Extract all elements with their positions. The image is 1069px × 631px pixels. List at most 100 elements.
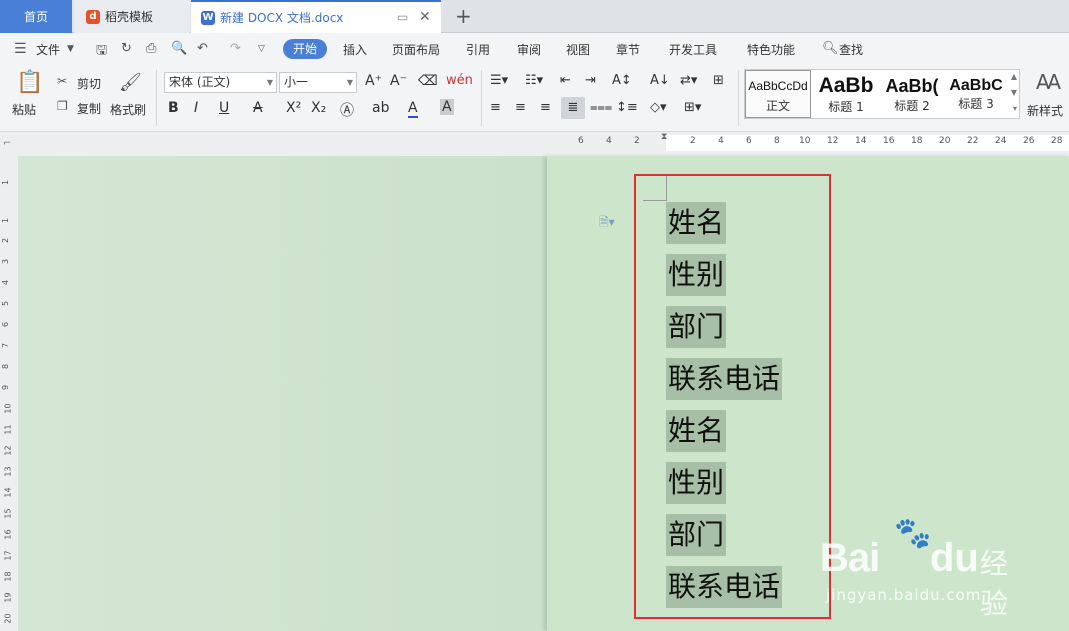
new-style-button[interactable]: 新样式 [1027,102,1063,119]
char-shading-icon[interactable]: A [440,99,454,115]
indent-marker-icon[interactable]: ⧗ [661,132,667,142]
ruler-tick: 24 [995,136,1007,146]
search-icon[interactable]: 🔍︎ [822,41,839,56]
chevron-down-icon[interactable]: ▼ [67,44,74,54]
tab-template[interactable]: d 稻壳模板 [74,0,190,33]
scroll-up-icon[interactable]: ▲ [1011,72,1017,81]
style-heading3[interactable]: AaBbC 标题 3 [943,70,1009,118]
align-right-icon[interactable]: ≡ [540,100,551,115]
menu-section[interactable]: 章节 [616,41,640,58]
justify-icon[interactable]: ≣ [561,97,585,119]
fill-color-icon[interactable]: ◇▾ [650,100,667,115]
ruler-tick: 11 [3,424,13,435]
scroll-down-icon[interactable]: ▼ [1011,88,1017,97]
ruler-tick: 6 [746,136,752,146]
tab-document[interactable]: W 新建 DOCX 文档.docx ▭ ✕ [191,0,441,33]
align-left-icon[interactable]: ≡ [490,100,501,115]
align-center-icon[interactable]: ≡ [515,100,526,115]
grow-font-icon[interactable]: A⁺ [365,73,382,89]
paste-icon[interactable]: 📋 [16,70,43,95]
ruler-tick: 22 [967,136,979,146]
menu-view[interactable]: 视图 [566,41,590,58]
tab-selector-icon[interactable]: ⌐ [3,138,11,149]
ruler-tick: 7 [1,342,11,349]
style-heading1[interactable]: AaBb 标题 1 [813,70,879,118]
underline-icon[interactable]: U [219,100,229,116]
font-color-icon[interactable]: A [408,100,418,118]
ruler-tick: 2 [690,136,696,146]
paragraph-handle-icon[interactable]: 🗎▾ [599,213,615,234]
paste-button[interactable]: 粘贴 [12,101,36,118]
bold-icon[interactable]: B [168,100,179,116]
show-marks-icon[interactable]: ⇄▾ [680,73,697,88]
text-direction-icon[interactable]: A↕ [612,73,632,88]
superscript-icon[interactable]: X² [286,100,301,116]
ruler-tick: 20 [939,136,951,146]
ruler-tick: 18 [3,571,13,582]
print-preview-icon[interactable]: 🔍 [171,41,187,56]
save-icon[interactable]: 🖫 [96,41,107,63]
print-icon[interactable]: ⎙ [146,41,156,56]
menu-search[interactable]: 查找 [839,41,863,58]
expand-icon[interactable]: ▾ [1013,104,1017,113]
style-label: 标题 2 [894,99,930,113]
menu-review[interactable]: 审阅 [517,41,541,58]
increase-indent-icon[interactable]: ⇥ [585,73,596,88]
ruler-tick: 18 [911,136,923,146]
ruler-tick: 3 [1,258,11,265]
divider [481,70,482,126]
bullet-list-icon[interactable]: ☰▾ [490,73,508,88]
border-icon[interactable]: ⊞▾ [684,100,701,115]
tab-home[interactable]: 首页 [0,0,72,33]
menu-file[interactable]: 文件 [36,41,60,58]
clear-format-icon[interactable]: ⌫ [418,73,438,89]
table-grid-icon[interactable]: ⊞ [713,73,724,88]
ruler-tick: 17 [3,550,13,561]
line-spacing-icon[interactable]: ↕≡ [616,100,638,115]
new-tab-button[interactable]: + [455,5,472,27]
copy-button[interactable]: 复制 [77,100,101,117]
close-tab-icon[interactable]: ✕ [419,9,431,25]
menu-developer[interactable]: 开发工具 [669,41,717,58]
format-painter-button[interactable]: 格式刷 [110,101,146,118]
ruler-tick: 9 [1,384,11,391]
menu-page-layout[interactable]: 页面布局 [392,41,440,58]
cut-button[interactable]: 剪切 [77,75,101,92]
style-normal[interactable]: AaBbCcDd 正文 [745,70,811,118]
highlight-icon[interactable]: ab [372,100,389,116]
decrease-indent-icon[interactable]: ⇤ [560,73,571,88]
ruler-tick: 12 [3,445,13,456]
font-name-value: 宋体 (正文) [169,75,231,89]
redo-icon[interactable]: ↷ [230,41,241,56]
sort-icon[interactable]: A↓ [650,73,670,88]
vertical-ruler[interactable]: 1 1 2 3 4 5 6 7 8 9 10 11 12 13 14 15 16… [0,156,18,631]
ruler-tick: 8 [1,363,11,370]
shrink-font-icon[interactable]: A⁻ [390,73,407,89]
ribbon-toolbar: 📋 粘贴 ✂ 剪切 ❐ 复制 🖌 格式刷 宋体 (正文) ▼ 小一 ▼ A⁺ A… [0,64,1069,132]
text-effect-icon[interactable]: Ⓐ [340,100,354,120]
strikethrough-icon[interactable]: A [253,100,263,116]
menu-start[interactable]: 开始 [283,39,327,59]
numbered-list-icon[interactable]: ☷▾ [525,73,543,88]
menu-features[interactable]: 特色功能 [747,41,795,58]
undo-icon[interactable]: ↶ [197,41,208,56]
style-preview: AaBb [818,74,874,97]
ruler-tick: 26 [1023,136,1035,146]
hamburger-icon[interactable]: ☰ [14,41,27,57]
export-icon[interactable]: ↻ [121,41,132,56]
customize-icon[interactable]: ▽ [258,44,265,54]
horizontal-ruler[interactable]: ⌐ ⧗ 6 4 2 2 4 6 8 10 12 14 16 18 20 22 2… [0,132,1069,156]
menu-insert[interactable]: 插入 [343,41,367,58]
distribute-icon[interactable]: ⩶ [590,100,612,115]
font-name-select[interactable]: 宋体 (正文) ▼ [164,72,277,93]
style-heading2[interactable]: AaBb( 标题 2 [879,70,945,118]
subscript-icon[interactable]: X₂ [311,100,326,116]
ruler-tick: 14 [855,136,867,146]
italic-icon[interactable]: I [194,100,198,116]
font-size-select[interactable]: 小一 ▼ [279,72,357,93]
menu-reference[interactable]: 引用 [466,41,490,58]
tab-home-label: 首页 [23,10,48,24]
ruler-tick: 16 [883,136,895,146]
phonetic-icon[interactable]: wén [446,73,473,88]
pin-tab-icon[interactable]: ▭ [397,10,408,24]
